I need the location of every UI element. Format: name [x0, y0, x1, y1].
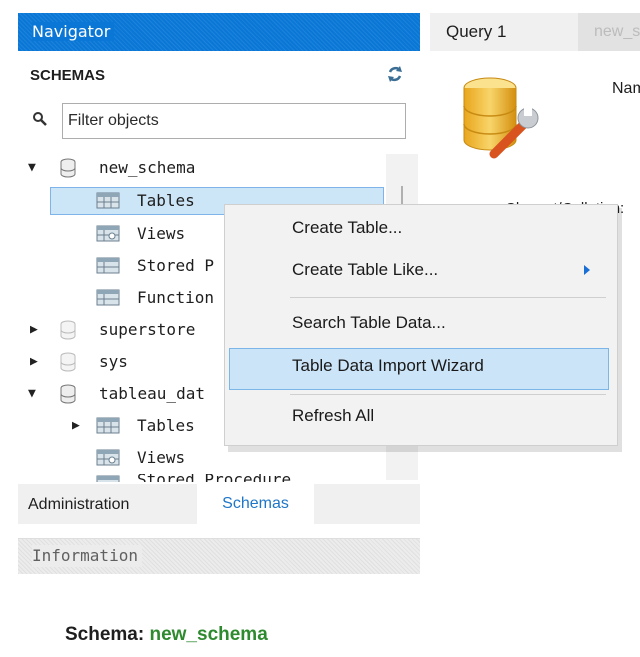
tree-item-label: tableau_dat: [99, 384, 205, 403]
menu-item-refresh-all[interactable]: Refresh All: [292, 406, 374, 426]
view-folder-icon: [96, 449, 120, 466]
tree-item-tableau-data[interactable]: ▼ tableau_dat: [26, 380, 226, 408]
database-wrench-icon: [460, 74, 540, 160]
submenu-arrow-icon: [584, 265, 590, 275]
tab-schemas[interactable]: Schemas: [197, 484, 314, 524]
tree-item-label: new_schema: [99, 158, 196, 177]
tree-item-label: superstore: [99, 320, 196, 339]
database-icon: [60, 352, 76, 372]
collapsed-triangle-icon[interactable]: ▶: [72, 412, 80, 440]
database-icon: [60, 384, 76, 404]
menu-item-create-table[interactable]: Create Table...: [292, 218, 402, 238]
menu-item-search-table-data[interactable]: Search Table Data...: [292, 313, 446, 333]
tree-item-label: Views: [137, 224, 186, 243]
menu-separator: [290, 297, 606, 298]
tree-item-label: Stored Procedures: [137, 474, 292, 482]
table-folder-icon: [96, 417, 120, 434]
tree-item-tableau-views[interactable]: Views: [92, 444, 226, 472]
tree-item-label: Function: [137, 288, 215, 307]
schema-label: Schema:: [65, 624, 145, 645]
menu-item-create-table-like[interactable]: Create Table Like...: [292, 260, 438, 280]
tree-item-functions[interactable]: Function: [92, 284, 226, 312]
information-title: Information: [32, 545, 142, 567]
view-folder-icon: [96, 225, 120, 242]
menu-separator: [290, 394, 606, 395]
menu-item-table-data-import-wizard[interactable]: Table Data Import Wizard: [292, 356, 484, 376]
tree-item-superstore[interactable]: ▶ superstore: [26, 316, 226, 344]
tree-item-tableau-stored-procedures-clipped[interactable]: Stored Procedures: [92, 474, 292, 482]
tree-item-views[interactable]: Views: [92, 220, 232, 248]
function-folder-icon: [96, 289, 120, 306]
database-icon: [60, 158, 76, 178]
schemas-title: SCHEMAS: [30, 67, 106, 84]
tree-item-label: sys: [99, 352, 128, 371]
navigator-title: Navigator: [32, 22, 115, 41]
table-folder-icon: [96, 192, 120, 209]
tree-item-label: Tables: [137, 416, 195, 435]
procedure-folder-icon: [96, 475, 120, 482]
expand-triangle-icon[interactable]: ▼: [28, 380, 36, 408]
tab-new-schema[interactable]: new_schema: [578, 13, 640, 51]
tree-item-sys[interactable]: ▶ sys: [26, 348, 226, 376]
name-label: Name:: [612, 80, 640, 97]
tree-item-label: Tables: [137, 191, 195, 210]
expand-triangle-icon[interactable]: ▼: [28, 154, 36, 182]
refresh-icon[interactable]: [385, 64, 405, 84]
tree-item-tableau-tables[interactable]: ▶ Tables: [68, 412, 226, 440]
tree-item-stored-procedures[interactable]: Stored P: [92, 252, 226, 280]
navigator-header: Navigator: [18, 13, 420, 51]
database-icon: [60, 320, 76, 340]
collapsed-triangle-icon[interactable]: ▶: [30, 316, 38, 344]
filter-placeholder: Filter objects: [68, 112, 159, 129]
tree-item-new-schema[interactable]: ▼ new_schema: [26, 154, 386, 182]
filter-objects-input[interactable]: Filter objects: [62, 103, 406, 139]
tree-item-label: Stored P: [137, 256, 215, 275]
tree-item-label: Views: [137, 448, 186, 467]
tab-query-1[interactable]: Query 1: [430, 13, 578, 51]
search-icon: [32, 111, 48, 127]
procedure-folder-icon: [96, 257, 120, 274]
collapsed-triangle-icon[interactable]: ▶: [30, 348, 38, 376]
schema-value: new_schema: [149, 624, 268, 645]
tab-administration[interactable]: Administration: [28, 490, 129, 520]
schema-info-line: Schema: new_schema: [65, 624, 268, 646]
